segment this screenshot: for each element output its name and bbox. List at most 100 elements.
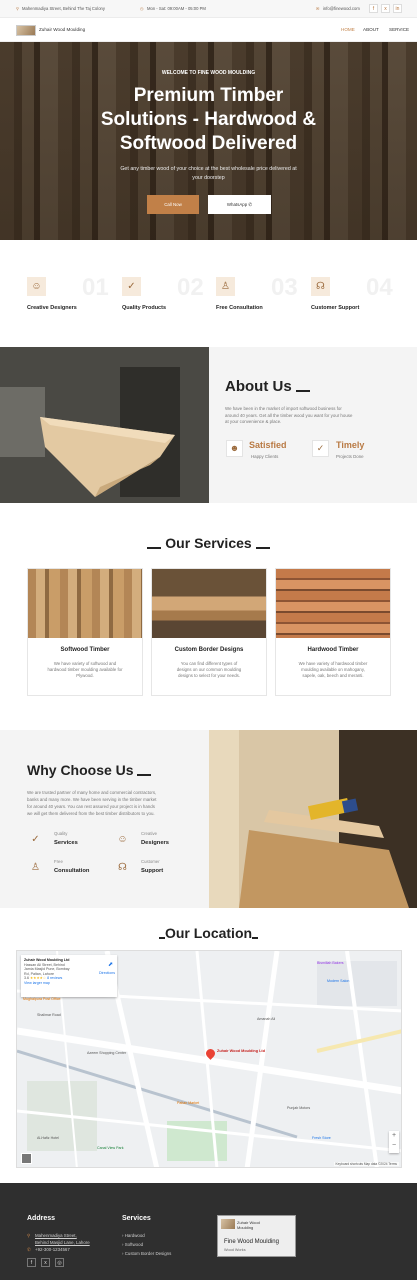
star-rating-icon: ★★★★☆ xyxy=(30,976,47,981)
map-pin-label: Zuhair Wood Moulding Ltd xyxy=(217,1049,266,1053)
zoom-control[interactable]: + − xyxy=(389,1131,399,1153)
footer-service-link[interactable]: › Softwood xyxy=(122,1242,143,1247)
why-title: Why Choose Us xyxy=(27,762,152,778)
why-image xyxy=(209,730,417,908)
stat-satisfied-sub: Happy Clients xyxy=(251,454,279,459)
checkmark-icon: ✓ xyxy=(312,440,329,457)
satellite-toggle[interactable] xyxy=(21,1153,32,1164)
footer-business-card[interactable]: Zuhair Wood Moulding Fine Wood Moulding … xyxy=(217,1215,296,1257)
hero-section: WELCOME TO FINE WOOD MOULDING Premium Ti… xyxy=(0,42,417,240)
zoom-in-icon[interactable]: + xyxy=(389,1131,399,1141)
card-description: We have variety of softwood and hardwood … xyxy=(47,661,123,678)
card-title: Softwood Timber xyxy=(60,647,110,653)
site-logo[interactable] xyxy=(16,25,36,36)
clock-icon: ◷ xyxy=(140,6,144,11)
stat-satisfied: Satisfied xyxy=(249,440,287,450)
facebook-icon[interactable]: f xyxy=(369,4,378,13)
hero-subtitle-line1: Get any timber wood of your choice at th… xyxy=(120,166,297,172)
instagram-icon[interactable]: ◎ xyxy=(55,1258,64,1267)
why-item-small: Customer xyxy=(141,859,160,864)
hardwood-image xyxy=(276,569,390,638)
about-image xyxy=(0,347,209,503)
service-card-custom-border[interactable]: Custom Border Designs You can find diffe… xyxy=(151,568,267,696)
why-item-small: Free xyxy=(54,859,63,864)
call-now-button[interactable]: Call Now xyxy=(147,195,199,214)
feature-number: 02 xyxy=(177,274,204,301)
location-title: Our Location xyxy=(0,925,417,941)
check-icon: ✓ xyxy=(31,834,40,845)
feature-number: 04 xyxy=(366,274,393,301)
whatsapp-button[interactable]: WhatsApp ✆ xyxy=(208,195,271,214)
top-info-bar: ⚲ Mahenmadiya Street, Behind The Taj Col… xyxy=(0,0,417,18)
wood-moulding-illustration xyxy=(0,347,209,503)
map-place-label: Azeem Shopping Center xyxy=(87,1051,127,1055)
topbar-hours: Mon - Sat: 09:00AM - 05:00 PM xyxy=(147,6,206,11)
linkedin-icon[interactable]: in xyxy=(393,4,402,13)
card-business-type: Wood Works xyxy=(224,1248,246,1252)
map-card-reviews[interactable]: 8 reviews xyxy=(47,976,62,980)
footer-address-line[interactable]: Mahenmadiya Street, xyxy=(35,1233,77,1238)
hero-kicker: WELCOME TO FINE WOOD MOULDING xyxy=(161,70,256,76)
footer-address-line[interactable]: Behind Masjid Lane, Lahore xyxy=(35,1240,90,1245)
hero-subtitle-line2: your doorstep xyxy=(192,175,225,181)
email-icon: ✉ xyxy=(316,6,320,11)
twitter-icon[interactable]: x xyxy=(381,4,390,13)
chevron-right-icon: › xyxy=(122,1233,124,1238)
why-item-small: Quality xyxy=(54,831,68,836)
border-designs-image xyxy=(152,569,266,638)
card-business-name: Fine Wood Moulding xyxy=(224,1239,279,1245)
map-place-label: Al-Hafiz Hotel xyxy=(37,1136,59,1140)
why-text: We are trusted partner of many home and … xyxy=(27,790,157,816)
feature-number: 01 xyxy=(82,274,109,301)
nav-about[interactable]: ABOUT xyxy=(363,27,379,32)
map-place-label: Shalimar Road xyxy=(37,1013,61,1017)
service-card-softwood[interactable]: Softwood Timber We have variety of softw… xyxy=(27,568,143,696)
facebook-icon[interactable]: f xyxy=(27,1258,36,1267)
site-header: Zuhair Wood Moulding HOME ABOUT SERVICE xyxy=(0,18,417,42)
map-place-label: Punjab Motors xyxy=(287,1106,311,1110)
woodworking-illustration xyxy=(209,730,417,908)
footer-address-title: Address xyxy=(27,1215,56,1222)
check-icon: ✓ xyxy=(122,277,141,296)
designer-icon: ☺ xyxy=(27,277,46,296)
softwood-image xyxy=(28,569,142,638)
logo-text[interactable]: Zuhair Wood Moulding xyxy=(39,27,85,32)
services-title: Our Services xyxy=(0,535,417,551)
twitter-icon[interactable]: x xyxy=(41,1258,50,1267)
nav-service[interactable]: SERVICE xyxy=(389,27,409,32)
google-map[interactable]: Zuhair Wood Moulding Ltd Hassan Ali Stre… xyxy=(16,950,402,1168)
about-text: We have been in the market of import sof… xyxy=(225,406,353,424)
footer-service-link[interactable]: › Hardwood xyxy=(122,1233,145,1238)
card-logo-image xyxy=(221,1219,235,1229)
service-card-hardwood[interactable]: Hardwood Timber We have variety of hardw… xyxy=(275,568,391,696)
feature-label: Creative Designers xyxy=(27,305,77,311)
location-icon: ⚲ xyxy=(27,1233,31,1238)
feature-label: Quality Products xyxy=(122,305,167,311)
feature-label: Free Consultation xyxy=(216,305,263,311)
directions-link[interactable]: Directions xyxy=(99,971,115,976)
headset-icon: ☊ xyxy=(118,862,127,873)
card-logo-sub: Moulding xyxy=(237,1225,254,1230)
stat-timely-sub: Projects Done xyxy=(336,454,364,459)
card-description: We have variety of hardwood timber mouldi… xyxy=(298,661,368,678)
whatsapp-icon: ✆ xyxy=(248,202,253,207)
designer-icon: ☺ xyxy=(117,834,128,845)
phone-icon: ✆ xyxy=(27,1247,31,1252)
why-item-small: Creative xyxy=(141,831,158,836)
view-larger-map-link[interactable]: View larger map xyxy=(24,981,114,986)
location-icon: ⚲ xyxy=(16,6,20,11)
nav-home[interactable]: HOME xyxy=(341,27,355,32)
directions-icon[interactable]: ⬈ xyxy=(108,962,113,968)
topbar-email[interactable]: info@finewood.com xyxy=(323,6,360,11)
card-title: Custom Border Designs xyxy=(174,647,244,653)
map-place-label: Modern Salon xyxy=(327,979,350,983)
feature-number: 03 xyxy=(271,274,298,301)
footer-service-link[interactable]: › Custom Border Designs xyxy=(122,1251,171,1256)
footer-phone[interactable]: +92-300-1234567 xyxy=(35,1247,70,1252)
consultation-icon: ♙ xyxy=(31,862,40,873)
map-place-label: Fresh Store xyxy=(312,1136,331,1140)
map-place-label: Bismillah Bakers xyxy=(317,961,344,965)
zoom-out-icon[interactable]: − xyxy=(389,1141,399,1151)
chevron-right-icon: › xyxy=(122,1251,124,1256)
card-description: You can find different types of designs o… xyxy=(176,661,242,678)
